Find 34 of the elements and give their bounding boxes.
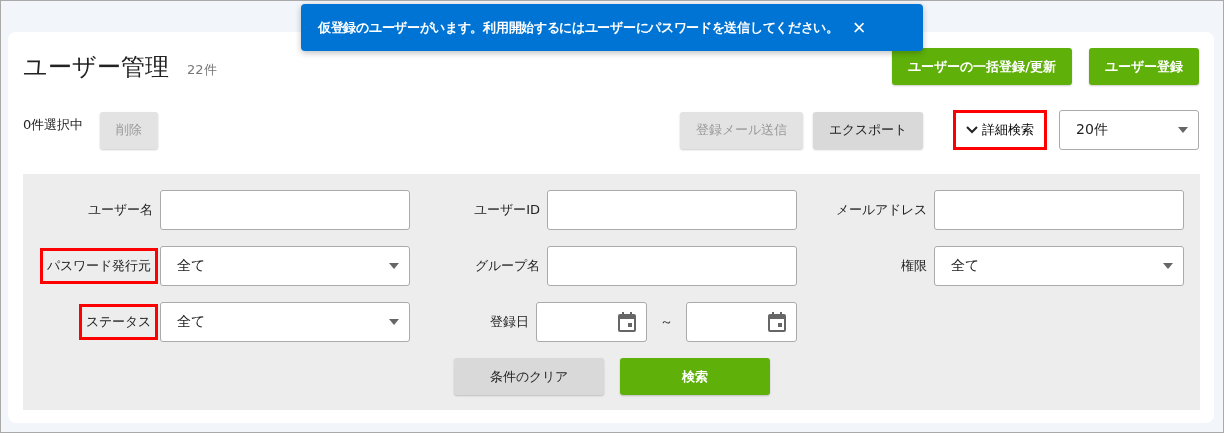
date-field[interactable] [685,302,797,342]
chevron-icon [966,126,978,134]
input-field[interactable] [160,190,410,230]
date-field[interactable] [536,302,647,342]
caret-icon [389,319,399,325]
select-field[interactable]: 全て [934,246,1184,286]
input-field[interactable] [547,246,797,286]
search-panel-button[interactable]: 条件のクリア [453,358,604,395]
field-label: グループ名 [474,257,541,275]
field-label: 権限 [900,257,928,275]
caret-icon [1178,127,1188,133]
action-button[interactable]: エクスポート [813,111,923,149]
range-separator: ～ [659,313,673,331]
advanced-search-button[interactable]: 詳細検索 [953,110,1047,150]
caret-icon [1163,263,1173,269]
select-field[interactable]: 全て [160,246,410,286]
user-count: 22件 [187,60,217,79]
field-label: メールアドレス [835,201,928,219]
page-title: ユーザー管理 [23,51,169,83]
field-label: ユーザーID [473,201,541,219]
caret-icon [389,263,399,269]
input-field[interactable] [934,190,1184,230]
field-label: パスワード発行元 [40,248,158,284]
selection-count: 0件選択中 [23,116,84,134]
input-field[interactable] [547,190,797,230]
field-label: 登録日 [489,313,530,331]
toast-message: 仮登録のユーザーがいます。利用開始するにはユーザーにパスワードを送信してください。 [318,18,839,37]
field-label: ユーザー名 [87,201,154,219]
close-button[interactable]: × [852,16,866,39]
select-field[interactable]: 全て [160,302,410,342]
calendar-icon [617,312,636,332]
field-label: ステータス [79,304,158,340]
page-size-select[interactable]: 20件 [1059,110,1199,150]
calendar-icon [768,312,786,332]
